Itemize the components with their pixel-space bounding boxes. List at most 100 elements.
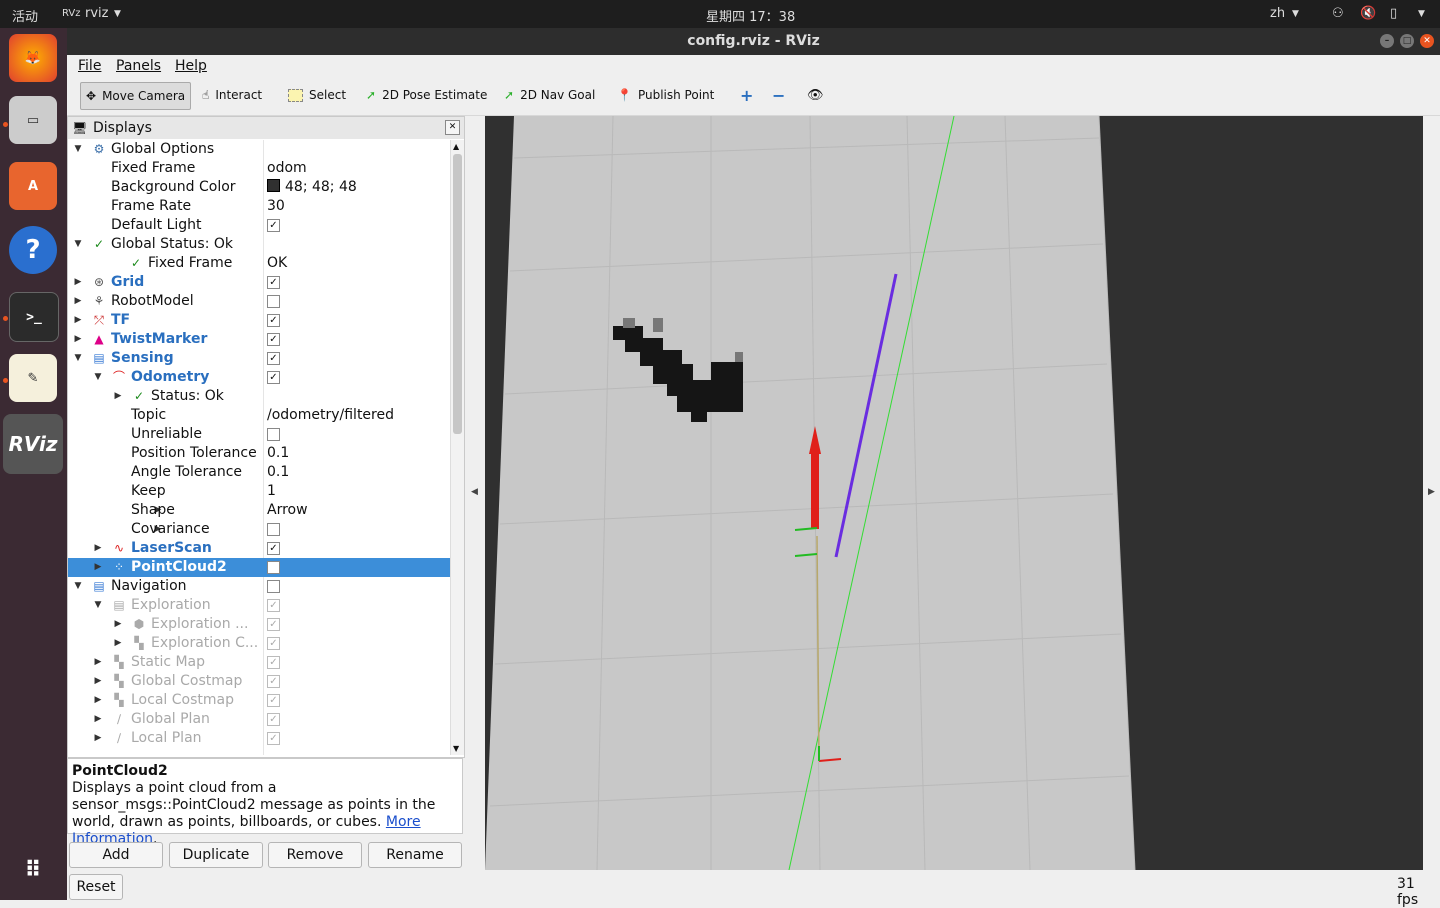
- enable-checkbox[interactable]: ✓: [267, 656, 280, 669]
- property-value[interactable]: 48; 48; 48: [267, 178, 357, 197]
- tree-row[interactable]: Fixed Frame odom: [68, 159, 450, 178]
- add-tool-icon[interactable]: +: [735, 82, 758, 108]
- expand-arrow-icon[interactable]: ▶: [93, 729, 103, 748]
- enable-checkbox[interactable]: [267, 295, 280, 308]
- network-icon[interactable]: ⚇: [1332, 6, 1344, 21]
- input-method[interactable]: zh: [1270, 6, 1285, 21]
- collapse-right-icon[interactable]: ▶: [1428, 487, 1435, 497]
- enable-checkbox[interactable]: [267, 580, 280, 593]
- property-value[interactable]: Arrow: [267, 501, 308, 520]
- remove-tool-icon[interactable]: −: [767, 82, 790, 108]
- help-icon[interactable]: ?: [9, 226, 57, 274]
- expand-arrow-icon[interactable]: ▶: [93, 539, 103, 558]
- tree-row-value[interactable]: Arrow: [267, 502, 308, 518]
- app-menu[interactable]: rviz: [85, 6, 108, 21]
- expand-arrow-icon[interactable]: ▶: [113, 387, 123, 406]
- tree-row[interactable]: ▶ ▚ Static Map ✓: [68, 653, 450, 672]
- tree-row[interactable]: ▼ ⌒ Odometry ✓: [68, 368, 450, 387]
- enable-checkbox[interactable]: ✓: [267, 599, 280, 612]
- tree-row[interactable]: ▶ ▚ Global Costmap ✓: [68, 672, 450, 691]
- property-value[interactable]: OK: [267, 254, 287, 273]
- tree-row-value[interactable]: 0.1: [267, 464, 289, 480]
- close-panel-icon[interactable]: ✕: [445, 120, 460, 135]
- enable-checkbox[interactable]: ✓: [267, 713, 280, 726]
- collapse-arrow-icon[interactable]: ▼: [73, 349, 83, 368]
- add-button[interactable]: Add: [69, 842, 163, 868]
- expand-arrow-icon[interactable]: ▶: [113, 634, 123, 653]
- tree-row[interactable]: ✓ Fixed Frame OK: [68, 254, 450, 273]
- enable-checkbox[interactable]: ✓: [267, 694, 280, 707]
- tree-row-value[interactable]: 0.1: [267, 445, 289, 461]
- tree-row-value[interactable]: 1: [267, 483, 276, 499]
- tree-row[interactable]: Keep 1: [68, 482, 450, 501]
- nav-goal-tool[interactable]: ➚ 2D Nav Goal: [499, 82, 600, 108]
- eye-icon[interactable]: 👁: [802, 82, 829, 108]
- collapse-arrow-icon[interactable]: ▼: [93, 596, 103, 615]
- tree-row[interactable]: ▶ Covariance: [68, 520, 450, 539]
- activities-button[interactable]: 活动: [12, 6, 38, 25]
- show-applications-icon[interactable]: ⠿: [9, 846, 57, 894]
- pose-estimate-tool[interactable]: ➚ 2D Pose Estimate: [361, 82, 492, 108]
- scroll-down-icon[interactable]: ▼: [453, 744, 459, 753]
- enable-checkbox[interactable]: ✓: [267, 276, 280, 289]
- tree-row[interactable]: ▼ ▤ Navigation: [68, 577, 450, 596]
- move-camera-tool[interactable]: ✥ Move Camera: [80, 82, 192, 110]
- expand-arrow-icon[interactable]: ▶: [73, 292, 83, 311]
- enable-checkbox[interactable]: ✓: [267, 675, 280, 688]
- enable-checkbox[interactable]: ✓: [267, 333, 280, 346]
- scene-svg[interactable]: [485, 116, 1423, 870]
- tree-row-value[interactable]: odom: [267, 160, 307, 176]
- software-center-icon[interactable]: A: [9, 162, 57, 210]
- property-value[interactable]: 30: [267, 197, 285, 216]
- menu-panels[interactable]: Panels: [116, 58, 161, 74]
- color-swatch[interactable]: [267, 179, 280, 192]
- expand-arrow-icon[interactable]: ▶: [113, 615, 123, 634]
- expand-arrow-icon[interactable]: ▶: [93, 558, 103, 577]
- expand-arrow-icon[interactable]: ▶: [73, 330, 83, 349]
- expand-arrow-icon[interactable]: ▶: [93, 710, 103, 729]
- property-value[interactable]: 0.1: [267, 444, 289, 463]
- tree-row[interactable]: ▶ ⁘ PointCloud2 ✓: [68, 558, 450, 577]
- tree-row[interactable]: Angle Tolerance 0.1: [68, 463, 450, 482]
- property-value[interactable]: /odometry/filtered: [267, 406, 394, 425]
- tree-scrollbar[interactable]: ▲ ▼: [450, 140, 464, 755]
- rviz-icon[interactable]: RViz: [3, 414, 63, 474]
- tree-row[interactable]: Position Tolerance 0.1: [68, 444, 450, 463]
- expand-arrow-icon[interactable]: ▶: [73, 311, 83, 330]
- collapse-arrow-icon[interactable]: ▼: [73, 577, 83, 596]
- tree-row[interactable]: ▶ ▲ TwistMarker ✓: [68, 330, 450, 349]
- menu-file[interactable]: File: [78, 58, 101, 74]
- reset-button[interactable]: Reset: [69, 874, 123, 900]
- property-value[interactable]: 0.1: [267, 463, 289, 482]
- tree-row-value[interactable]: 30: [267, 198, 285, 214]
- tree-row-value[interactable]: OK: [267, 255, 287, 271]
- enable-checkbox[interactable]: [267, 428, 280, 441]
- scrollbar-thumb[interactable]: [453, 154, 462, 434]
- tree-row[interactable]: ▶ ∕ Local Plan ✓: [68, 729, 450, 748]
- tree-row[interactable]: ▶ ⚘ RobotModel: [68, 292, 450, 311]
- tree-row[interactable]: ▶ ∕ Global Plan ✓: [68, 710, 450, 729]
- tree-row[interactable]: ▶ ⬢ Exploration ... ✓: [68, 615, 450, 634]
- collapse-arrow-icon[interactable]: ▼: [73, 235, 83, 254]
- tree-row[interactable]: Frame Rate 30: [68, 197, 450, 216]
- tree-row[interactable]: Topic/odometry/filtered: [68, 406, 450, 425]
- system-menu-chevron-icon[interactable]: ▼: [1418, 9, 1425, 19]
- files-icon[interactable]: ▭: [9, 96, 57, 144]
- text-editor-icon[interactable]: ✎: [9, 354, 57, 402]
- terminal-icon[interactable]: >_: [9, 292, 59, 342]
- tree-row[interactable]: Background Color 48; 48; 48: [68, 178, 450, 197]
- tree-row[interactable]: ▶ ⤱ TF ✓: [68, 311, 450, 330]
- remove-button[interactable]: Remove: [268, 842, 362, 868]
- tree-row[interactable]: ▶ Shape Arrow: [68, 501, 450, 520]
- enable-checkbox[interactable]: ✓: [267, 219, 280, 232]
- tree-row[interactable]: ▶ ▚ Exploration C... ✓: [68, 634, 450, 653]
- maximize-icon[interactable]: □: [1400, 34, 1414, 48]
- scroll-up-icon[interactable]: ▲: [453, 142, 459, 151]
- property-value[interactable]: 1: [267, 482, 276, 501]
- tree-row[interactable]: ▼ ▤ Sensing ✓: [68, 349, 450, 368]
- close-icon[interactable]: ✕: [1420, 34, 1434, 48]
- tree-row[interactable]: ▼ ▤ Exploration ✓: [68, 596, 450, 615]
- enable-checkbox[interactable]: ✓: [267, 371, 280, 384]
- tree-row[interactable]: Default Light ✓: [68, 216, 450, 235]
- tree-row-value[interactable]: 48; 48; 48: [285, 179, 357, 195]
